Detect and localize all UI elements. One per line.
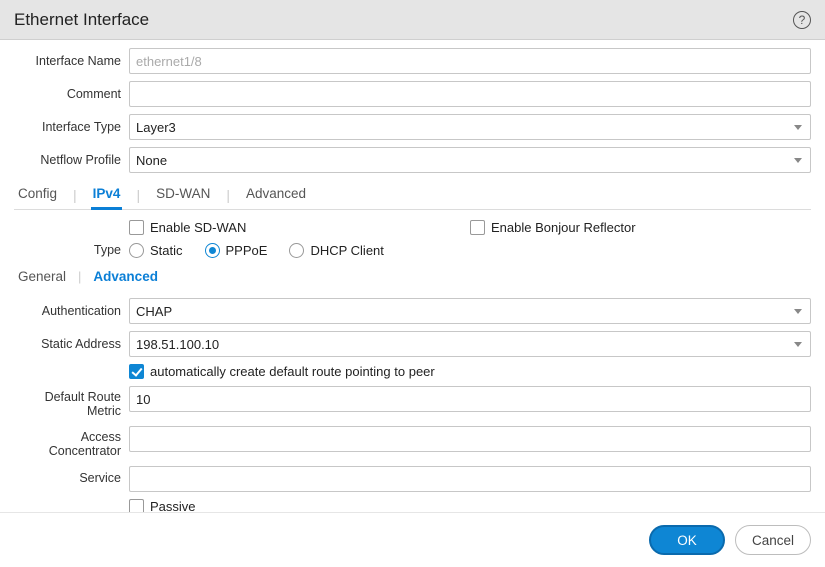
checkbox-icon	[129, 499, 144, 513]
sub-tabs: General | Advanced	[16, 265, 811, 288]
interface-type-select[interactable]: Layer3	[129, 114, 811, 140]
static-address-value: 198.51.100.10	[136, 337, 219, 352]
chevron-down-icon	[794, 309, 802, 314]
type-dhcp-radio[interactable]: DHCP Client	[289, 243, 383, 258]
radio-icon	[289, 243, 304, 258]
comment-label: Comment	[14, 87, 129, 101]
checkbox-icon	[470, 220, 485, 235]
tab-advanced[interactable]: Advanced	[244, 180, 308, 210]
dialog-content: Interface Name Comment Interface Type La…	[0, 40, 825, 512]
authentication-value: CHAP	[136, 304, 172, 319]
type-pppoe-label: PPPoE	[226, 243, 268, 258]
tab-sdwan[interactable]: SD-WAN	[154, 180, 212, 210]
enable-sdwan-checkbox[interactable]: Enable SD-WAN	[129, 220, 470, 235]
chevron-down-icon	[794, 125, 802, 130]
authentication-select[interactable]: CHAP	[129, 298, 811, 324]
tab-separator: |	[73, 187, 77, 203]
netflow-profile-select[interactable]: None	[129, 147, 811, 173]
help-icon[interactable]: ?	[793, 11, 811, 29]
enable-bonjour-label: Enable Bonjour Reflector	[491, 220, 636, 235]
tab-config[interactable]: Config	[16, 180, 59, 210]
passive-checkbox[interactable]: Passive	[129, 499, 811, 513]
interface-type-label: Interface Type	[14, 120, 129, 134]
radio-icon	[129, 243, 144, 258]
chevron-down-icon	[794, 158, 802, 163]
auto-default-route-checkbox[interactable]: automatically create default route point…	[129, 364, 811, 379]
enable-sdwan-label: Enable SD-WAN	[150, 220, 246, 235]
access-concentrator-input[interactable]	[129, 426, 811, 452]
dialog-titlebar: Ethernet Interface ?	[0, 0, 825, 40]
tab-separator: |	[136, 187, 140, 203]
default-route-metric-label: Default Route Metric	[14, 386, 129, 419]
passive-label: Passive	[150, 499, 196, 513]
comment-input[interactable]	[129, 81, 811, 107]
interface-name-label: Interface Name	[14, 54, 129, 68]
type-static-label: Static	[150, 243, 183, 258]
chevron-down-icon	[794, 342, 802, 347]
auto-default-route-label: automatically create default route point…	[150, 364, 435, 379]
tab-separator: |	[78, 269, 81, 284]
interface-name-input[interactable]	[129, 48, 811, 74]
subtab-general[interactable]: General	[16, 265, 68, 288]
static-address-select[interactable]: 198.51.100.10	[129, 331, 811, 357]
static-address-label: Static Address	[14, 337, 129, 351]
cancel-button[interactable]: Cancel	[735, 525, 811, 555]
main-tabs: Config | IPv4 | SD-WAN | Advanced	[14, 180, 811, 210]
service-input[interactable]	[129, 466, 811, 492]
netflow-profile-value: None	[136, 153, 167, 168]
default-route-metric-input[interactable]	[129, 386, 811, 412]
enable-bonjour-checkbox[interactable]: Enable Bonjour Reflector	[470, 220, 811, 235]
authentication-label: Authentication	[14, 304, 129, 318]
checkbox-icon	[129, 364, 144, 379]
radio-icon	[205, 243, 220, 258]
type-label: Type	[14, 243, 129, 257]
dialog-title: Ethernet Interface	[14, 10, 149, 30]
access-concentrator-label: Access Concentrator	[14, 426, 129, 459]
interface-type-value: Layer3	[136, 120, 176, 135]
type-static-radio[interactable]: Static	[129, 243, 183, 258]
service-label: Service	[14, 471, 129, 485]
type-dhcp-label: DHCP Client	[310, 243, 383, 258]
checkbox-icon	[129, 220, 144, 235]
ok-button[interactable]: OK	[649, 525, 725, 555]
tab-ipv4[interactable]: IPv4	[91, 180, 123, 210]
dialog-footer: OK Cancel	[0, 512, 825, 567]
subtab-advanced[interactable]: Advanced	[91, 265, 160, 288]
tab-separator: |	[226, 187, 230, 203]
type-radio-group: Static PPPoE DHCP Client	[129, 243, 811, 258]
netflow-profile-label: Netflow Profile	[14, 153, 129, 167]
type-pppoe-radio[interactable]: PPPoE	[205, 243, 268, 258]
